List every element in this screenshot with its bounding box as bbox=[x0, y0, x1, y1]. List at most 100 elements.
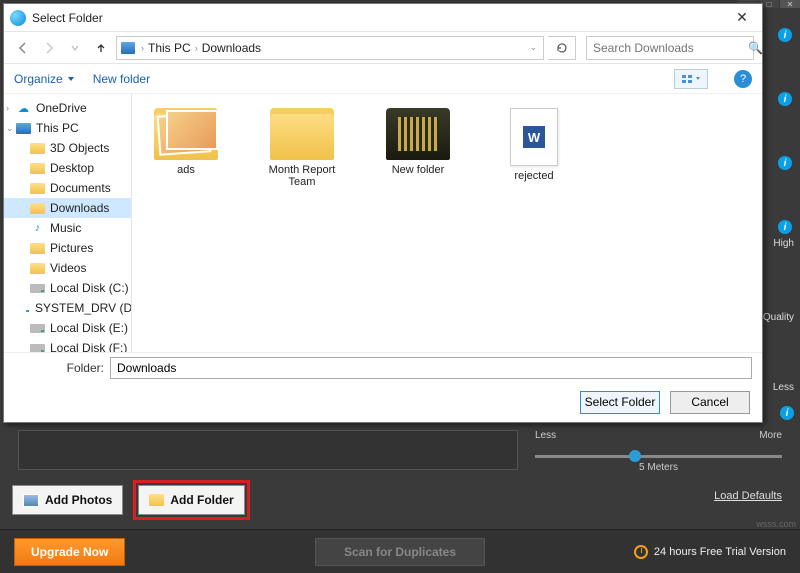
tree-item-label: OneDrive bbox=[36, 101, 87, 115]
app-icon bbox=[10, 10, 26, 26]
select-folder-button[interactable]: Select Folder bbox=[580, 391, 660, 414]
music-icon: ♪ bbox=[30, 222, 45, 235]
info-icon[interactable]: i bbox=[780, 406, 794, 420]
new-folder-button[interactable]: New folder bbox=[93, 72, 150, 86]
file-thumbnail: W bbox=[510, 108, 558, 166]
tree-item[interactable]: Videos bbox=[4, 258, 131, 278]
folder-label: Folder: bbox=[14, 361, 104, 375]
tree-item[interactable]: ⌄ This PC bbox=[4, 118, 131, 138]
search-field[interactable] bbox=[593, 41, 748, 55]
watermark: wsss.com bbox=[756, 519, 796, 529]
file-label: New folder bbox=[392, 164, 445, 176]
file-thumbnail bbox=[154, 108, 218, 160]
file-thumbnail bbox=[386, 108, 450, 160]
file-label: Month Report Team bbox=[258, 164, 346, 188]
file-grid[interactable]: ads Month Report Team New folder Wrejected bbox=[132, 94, 762, 352]
trial-label: 24 hours Free Trial Version bbox=[654, 546, 786, 558]
breadcrumb-root[interactable]: This PC bbox=[148, 41, 191, 55]
info-icon[interactable]: i bbox=[778, 92, 792, 106]
search-icon: 🔍 bbox=[748, 41, 763, 55]
tree-item[interactable]: Desktop bbox=[4, 158, 131, 178]
folder-icon bbox=[30, 243, 45, 254]
folder-icon bbox=[30, 203, 45, 214]
tree-item[interactable]: SYSTEM_DRV (D bbox=[4, 298, 131, 318]
add-folder-label: Add Folder bbox=[170, 493, 233, 507]
tree-item-label: SYSTEM_DRV (D bbox=[35, 301, 131, 315]
view-options-button[interactable] bbox=[674, 69, 708, 89]
slider-more: More bbox=[759, 430, 782, 441]
refresh-button[interactable] bbox=[548, 36, 576, 60]
chevron-down-icon[interactable]: ⌄ bbox=[527, 42, 539, 53]
tree-item-label: Local Disk (E:) bbox=[50, 321, 128, 335]
tree-item[interactable]: Pictures bbox=[4, 238, 131, 258]
file-thumbnail bbox=[270, 108, 334, 160]
up-button[interactable] bbox=[90, 37, 112, 59]
file-item[interactable]: Month Report Team bbox=[258, 108, 346, 188]
trial-status: 24 hours Free Trial Version bbox=[634, 545, 786, 559]
file-label: rejected bbox=[514, 170, 553, 182]
drop-area[interactable] bbox=[18, 430, 518, 470]
dialog-title: Select Folder bbox=[32, 11, 103, 25]
tree-item-label: Local Disk (C:) bbox=[50, 281, 129, 295]
tree-item-label: Desktop bbox=[50, 161, 94, 175]
photos-icon bbox=[23, 494, 39, 507]
info-icon[interactable]: i bbox=[778, 156, 792, 170]
file-item[interactable]: ads bbox=[142, 108, 230, 176]
tree-item-label: Music bbox=[50, 221, 81, 235]
folder-input[interactable] bbox=[110, 357, 752, 379]
tree-item[interactable]: Local Disk (C:) bbox=[4, 278, 131, 298]
highlight-box: Add Folder bbox=[133, 480, 249, 520]
file-item[interactable]: New folder bbox=[374, 108, 462, 176]
chevron-icon[interactable]: ⌄ bbox=[6, 123, 14, 134]
organize-menu[interactable]: Organize bbox=[14, 72, 75, 86]
tree-item[interactable]: ♪ Music bbox=[4, 218, 131, 238]
organize-label: Organize bbox=[14, 72, 63, 86]
add-photos-button[interactable]: Add Photos bbox=[12, 485, 123, 515]
tree-item[interactable]: › ☁ OneDrive bbox=[4, 98, 131, 118]
app-close[interactable]: ✕ bbox=[780, 0, 800, 8]
drive-icon bbox=[30, 284, 45, 293]
upgrade-button[interactable]: Upgrade Now bbox=[14, 538, 125, 566]
folder-icon bbox=[30, 163, 45, 174]
tree-item[interactable]: Local Disk (F:) bbox=[4, 338, 131, 352]
load-defaults-link[interactable]: Load Defaults bbox=[714, 490, 782, 502]
close-icon[interactable]: ✕ bbox=[728, 9, 756, 26]
help-icon[interactable]: ? bbox=[734, 70, 752, 88]
recent-dropdown[interactable] bbox=[64, 37, 86, 59]
info-icon[interactable]: i bbox=[778, 220, 792, 234]
tree-item-label: Pictures bbox=[50, 241, 93, 255]
back-button[interactable] bbox=[12, 37, 34, 59]
pc-icon bbox=[16, 123, 31, 134]
tree-item[interactable]: 3D Objects bbox=[4, 138, 131, 158]
folder-icon bbox=[30, 183, 45, 194]
search-input[interactable]: 🔍 bbox=[586, 36, 754, 60]
drive-icon bbox=[30, 344, 45, 353]
label-less: Less bbox=[773, 382, 794, 393]
file-item[interactable]: Wrejected bbox=[490, 108, 578, 182]
breadcrumb-current[interactable]: Downloads bbox=[202, 41, 261, 55]
tree-item[interactable]: Documents bbox=[4, 178, 131, 198]
tree-view[interactable]: › ☁ OneDrive ⌄ This PC 3D Objects Desktop Docum… bbox=[4, 94, 132, 352]
tree-item-label: Downloads bbox=[50, 201, 109, 215]
tree-item[interactable]: Local Disk (E:) bbox=[4, 318, 131, 338]
clock-icon bbox=[634, 545, 648, 559]
slider-thumb[interactable] bbox=[629, 450, 641, 462]
select-folder-dialog: Select Folder ✕ › This PC › Downloads ⌄ … bbox=[3, 3, 763, 423]
drive-icon bbox=[30, 324, 45, 333]
tree-item-label: This PC bbox=[36, 121, 79, 135]
cancel-button[interactable]: Cancel bbox=[670, 391, 750, 414]
file-label: ads bbox=[177, 164, 195, 176]
tree-item-label: Documents bbox=[50, 181, 111, 195]
forward-button[interactable] bbox=[38, 37, 60, 59]
folder-icon bbox=[30, 263, 45, 274]
distance-slider[interactable]: Less More 5 Meters bbox=[535, 430, 782, 473]
cloud-icon: ☁ bbox=[16, 102, 31, 115]
chevron-icon[interactable]: › bbox=[6, 103, 9, 113]
add-folder-button[interactable]: Add Folder bbox=[138, 485, 244, 515]
tree-item[interactable]: Downloads bbox=[4, 198, 131, 218]
info-icon[interactable]: i bbox=[778, 28, 792, 42]
folder-icon bbox=[30, 143, 45, 154]
add-photos-label: Add Photos bbox=[45, 493, 112, 507]
breadcrumb[interactable]: › This PC › Downloads ⌄ bbox=[116, 36, 544, 60]
scan-button[interactable]: Scan for Duplicates bbox=[315, 538, 485, 566]
